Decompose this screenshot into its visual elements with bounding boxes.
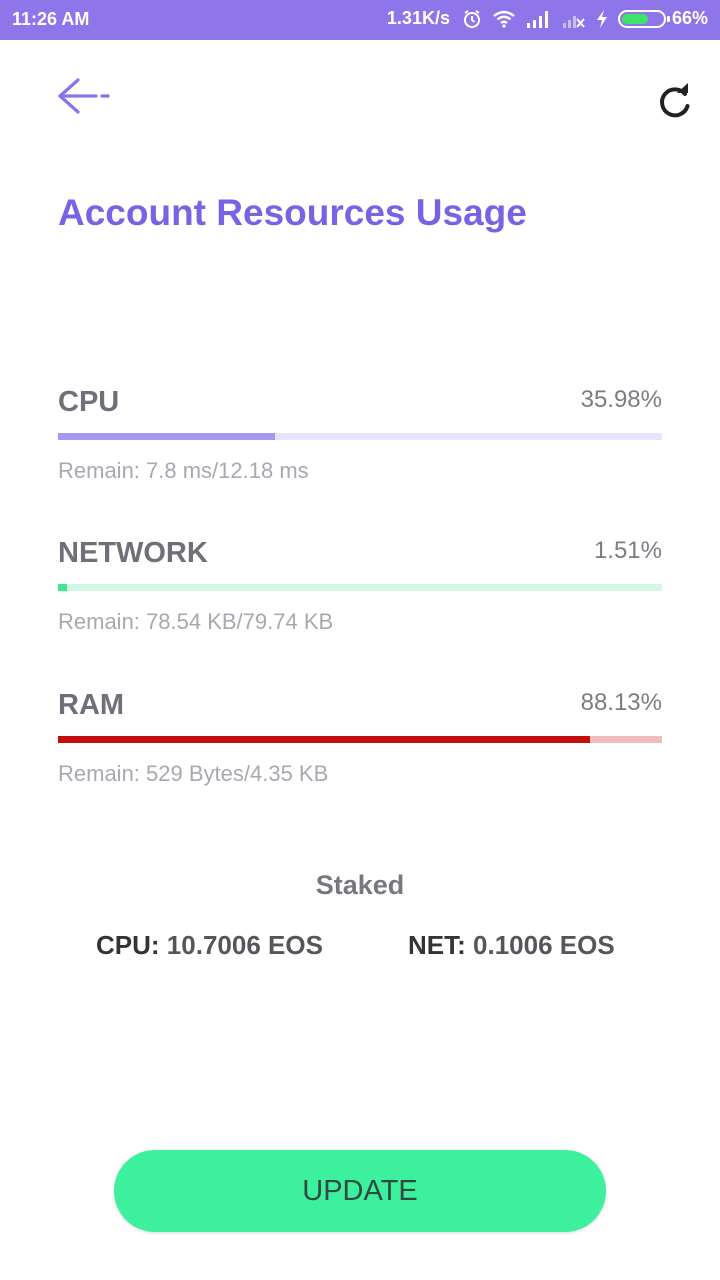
resource-percent: 35.98% [580, 386, 662, 413]
resource-percent: 88.13% [580, 689, 662, 716]
ram-usage-bar [58, 736, 662, 743]
refresh-icon [660, 83, 690, 118]
staked-cpu-value: 10.7006 EOS [166, 930, 323, 960]
network-usage-bar-fill [58, 584, 68, 591]
ram-usage-bar-fill [58, 736, 591, 743]
resource-percent: 1.51% [593, 537, 662, 564]
cpu-usage-bar [58, 433, 662, 440]
staked-net-label: NET: [408, 930, 466, 960]
back-button[interactable] [56, 76, 114, 116]
battery-percent: 66% [671, 8, 708, 28]
resource-remain: Remain: 529 Bytes/4.35 KB [58, 761, 329, 786]
refresh-button[interactable] [654, 82, 698, 122]
status-icons: 1.31K/s 66% [387, 8, 708, 29]
wifi-icon [492, 10, 516, 28]
charging-icon [596, 9, 608, 28]
staked-net: NET: 0.1006 EOS [408, 930, 615, 961]
signal-off-icon [562, 10, 586, 28]
resource-label: RAM [58, 689, 125, 721]
staked-cpu: CPU: 10.7006 EOS [96, 930, 323, 961]
alarm-icon [462, 9, 482, 29]
resource-remain: Remain: 78.54 KB/79.74 KB [58, 609, 334, 634]
battery-level [621, 13, 648, 24]
status-bar: 11:26 AM 1.31K/s 66% [0, 0, 720, 40]
signal-icon [526, 10, 552, 28]
staked-cpu-label: CPU: [96, 930, 160, 960]
app-screen: 11:26 AM 1.31K/s 66% Account Resources U… [0, 0, 720, 1280]
resource-label: NETWORK [58, 537, 208, 569]
resource-label: CPU [58, 386, 120, 418]
cpu-usage-bar-fill [58, 433, 276, 440]
update-button[interactable]: UPDATE [114, 1150, 606, 1232]
staked-title: Staked [315, 870, 405, 900]
arrow-left-icon [58, 78, 110, 114]
battery-icon [617, 9, 670, 28]
network-speed: 1.31K/s [386, 8, 450, 28]
network-usage-bar [58, 584, 662, 591]
page-title: Account Resources Usage [58, 192, 527, 233]
staked-net-value: 0.1006 EOS [473, 930, 615, 960]
resource-remain: Remain: 7.8 ms/12.18 ms [58, 458, 309, 483]
status-time: 11:26 AM [12, 9, 90, 29]
